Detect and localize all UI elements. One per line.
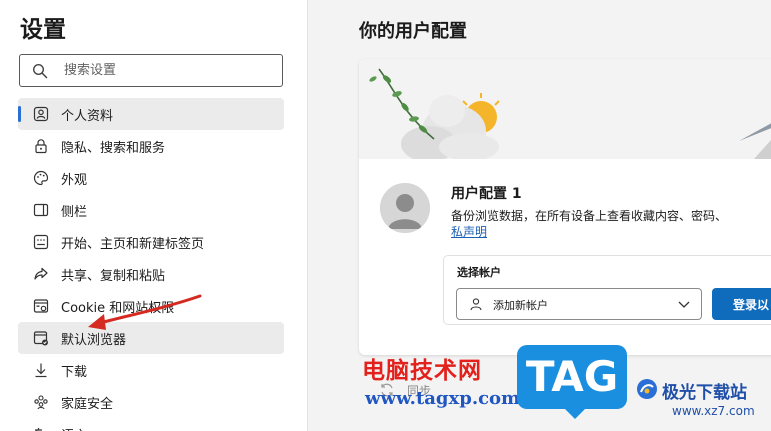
default-browser-icon xyxy=(33,331,48,346)
sidebar-item-sidebar[interactable]: 侧栏 xyxy=(18,194,284,226)
sidebar-item-default-browser[interactable]: 默认浏览器 xyxy=(18,322,284,354)
sidebar-item-downloads[interactable]: 下载 xyxy=(18,354,284,386)
language-icon xyxy=(35,428,42,431)
sidebar-item-label: 外观 xyxy=(61,173,88,188)
sidebar-item-label: 下载 xyxy=(61,365,88,380)
family-icon xyxy=(34,395,48,410)
watermark-site-name: 电脑技术网 xyxy=(362,358,482,384)
profile-card: 用户配置 1 备份浏览数据，在所有设备上查看收藏内容、密码、 私声明 选择帐户 … xyxy=(359,59,771,355)
sidebar-item-start-home[interactable]: 开始、主页和新建标签页 xyxy=(18,226,284,258)
sidebar-item-label: 语言 xyxy=(61,425,87,431)
settings-nav: 个人资料 隐私、搜索和服务 外观 侧栏 开始、主页和新建标签页 共享、复制和粘贴… xyxy=(18,98,284,431)
sidebar-item-profiles[interactable]: 个人资料 xyxy=(18,98,284,130)
sidebar-item-share-copy-paste[interactable]: 共享、复制和粘贴 xyxy=(18,258,284,290)
sidebar-item-appearance[interactable]: 外观 xyxy=(18,162,284,194)
sidebar-item-label: 家庭安全 xyxy=(61,397,114,412)
site-permissions-icon xyxy=(33,299,49,313)
sidebar-item-cookies[interactable]: Cookie 和网站权限 xyxy=(18,290,284,322)
sidebar-item-languages[interactable]: 语言 xyxy=(18,418,284,431)
default-avatar-icon xyxy=(380,183,430,233)
chevron-down-icon xyxy=(678,301,690,308)
account-section: 选择帐户 添加新帐户 登录以 xyxy=(443,255,771,325)
watermark-tag-logo: TAG xyxy=(517,345,627,419)
lock-icon xyxy=(35,139,47,154)
palette-icon xyxy=(33,170,49,186)
sidebar-item-label: 共享、复制和粘贴 xyxy=(61,269,166,284)
account-label: 选择帐户 xyxy=(457,266,501,279)
watermark-download-site: 极光下载站 xyxy=(662,383,747,403)
download-icon xyxy=(35,363,47,378)
sidebar-item-label: 默认浏览器 xyxy=(61,333,127,348)
account-dropdown-value: 添加新帐户 xyxy=(493,299,548,312)
sidebar-item-family-safety[interactable]: 家庭安全 xyxy=(18,386,284,418)
avatar[interactable] xyxy=(380,183,430,233)
sidebar-item-label: 个人资料 xyxy=(61,109,114,124)
profile-banner-illustration xyxy=(359,59,771,159)
profile-description: 备份浏览数据，在所有设备上查看收藏内容、密码、 xyxy=(451,209,728,223)
page-title: 你的用户配置 xyxy=(359,21,467,42)
account-dropdown[interactable]: 添加新帐户 xyxy=(456,288,702,320)
aurora-logo-icon xyxy=(637,379,657,399)
share-icon xyxy=(34,267,48,280)
sign-in-button[interactable]: 登录以 xyxy=(712,288,771,320)
watermark-download-url: www.xz7.com xyxy=(672,404,755,418)
watermark-site-url: www.tagxp.com xyxy=(365,388,521,409)
sidebar-item-label: 隐私、搜索和服务 xyxy=(61,141,166,156)
settings-title: 设置 xyxy=(20,17,66,43)
settings-sidebar: 设置 个人资料 隐私、搜索和服务 xyxy=(0,0,308,431)
sidebar-item-label: Cookie 和网站权限 xyxy=(61,301,175,316)
sidebar-item-label: 侧栏 xyxy=(61,205,88,220)
grid-icon xyxy=(33,234,49,250)
search-icon xyxy=(32,63,48,79)
privacy-statement-link[interactable]: 私声明 xyxy=(451,223,487,240)
profile-name: 用户配置 1 xyxy=(451,186,522,202)
sidebar-item-privacy[interactable]: 隐私、搜索和服务 xyxy=(18,130,284,162)
person-icon xyxy=(33,106,49,122)
sidebar-icon xyxy=(33,203,49,217)
search-input[interactable] xyxy=(64,60,274,81)
sidebar-item-label: 开始、主页和新建标签页 xyxy=(61,237,205,252)
search-box[interactable] xyxy=(19,54,283,87)
person-icon xyxy=(470,298,482,311)
